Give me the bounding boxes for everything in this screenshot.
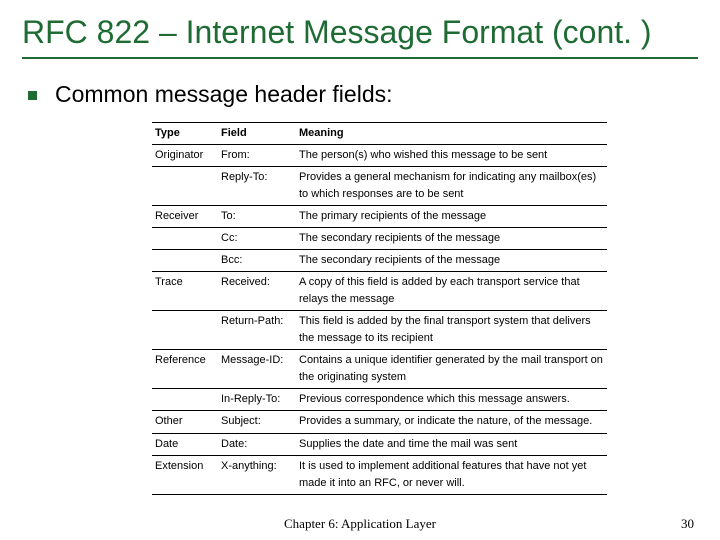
slide-title: RFC 822 – Internet Message Format (cont.… <box>22 14 698 59</box>
cell-field: Reply-To: <box>218 166 296 205</box>
cell-field: From: <box>218 144 296 166</box>
col-type: Type <box>152 122 218 144</box>
header-fields-table-wrap: Type Field Meaning Originator From: The … <box>152 122 607 495</box>
cell-meaning: This field is added by the final transpo… <box>296 311 607 350</box>
cell-type: Receiver <box>152 205 218 227</box>
table-row: Bcc: The secondary recipients of the mes… <box>152 250 607 272</box>
table-row: Cc: The secondary recipients of the mess… <box>152 228 607 250</box>
cell-type: Reference <box>152 350 218 389</box>
cell-field: Cc: <box>218 228 296 250</box>
footer-page-number: 30 <box>681 516 694 532</box>
cell-type: Other <box>152 411 218 433</box>
cell-meaning: The person(s) who wished this message to… <box>296 144 607 166</box>
col-meaning: Meaning <box>296 122 607 144</box>
cell-field: To: <box>218 205 296 227</box>
cell-meaning: Supplies the date and time the mail was … <box>296 433 607 455</box>
cell-meaning: It is used to implement additional featu… <box>296 455 607 494</box>
cell-field: Message-ID: <box>218 350 296 389</box>
table-row: Reply-To: Provides a general mechanism f… <box>152 166 607 205</box>
cell-meaning: Provides a summary, or indicate the natu… <box>296 411 607 433</box>
table-row: Receiver To: The primary recipients of t… <box>152 205 607 227</box>
table-row: Originator From: The person(s) who wishe… <box>152 144 607 166</box>
slide-body: Common message header fields: Type Field… <box>22 81 698 495</box>
cell-meaning: The primary recipients of the message <box>296 205 607 227</box>
slide: RFC 822 – Internet Message Format (cont.… <box>0 0 720 540</box>
cell-type: Extension <box>152 455 218 494</box>
cell-field: X-anything: <box>218 455 296 494</box>
footer-chapter: Chapter 6: Application Layer <box>0 516 720 532</box>
table-row: Other Subject: Provides a summary, or in… <box>152 411 607 433</box>
cell-meaning: Provides a general mechanism for indicat… <box>296 166 607 205</box>
cell-meaning: A copy of this field is added by each tr… <box>296 272 607 311</box>
cell-type <box>152 389 218 411</box>
table-row: Trace Received: A copy of this field is … <box>152 272 607 311</box>
cell-type <box>152 311 218 350</box>
cell-type: Trace <box>152 272 218 311</box>
table-row: Reference Message-ID: Contains a unique … <box>152 350 607 389</box>
cell-field: Return-Path: <box>218 311 296 350</box>
table-row: Extension X-anything: It is used to impl… <box>152 455 607 494</box>
table-header-row: Type Field Meaning <box>152 122 607 144</box>
cell-meaning: Previous correspondence which this messa… <box>296 389 607 411</box>
cell-type: Date <box>152 433 218 455</box>
cell-type: Originator <box>152 144 218 166</box>
table-row: In-Reply-To: Previous correspondence whi… <box>152 389 607 411</box>
cell-field: Subject: <box>218 411 296 433</box>
cell-type <box>152 250 218 272</box>
cell-field: Bcc: <box>218 250 296 272</box>
bullet-row: Common message header fields: <box>22 81 698 108</box>
cell-meaning: Contains a unique identifier generated b… <box>296 350 607 389</box>
cell-field: Date: <box>218 433 296 455</box>
cell-meaning: The secondary recipients of the message <box>296 250 607 272</box>
cell-meaning: The secondary recipients of the message <box>296 228 607 250</box>
col-field: Field <box>218 122 296 144</box>
table-row: Return-Path: This field is added by the … <box>152 311 607 350</box>
cell-field: In-Reply-To: <box>218 389 296 411</box>
cell-type <box>152 228 218 250</box>
cell-field: Received: <box>218 272 296 311</box>
cell-type <box>152 166 218 205</box>
table-row: Date Date: Supplies the date and time th… <box>152 433 607 455</box>
bullet-text: Common message header fields: <box>55 81 393 108</box>
bullet-square-icon <box>28 91 37 100</box>
header-fields-table: Type Field Meaning Originator From: The … <box>152 122 607 495</box>
